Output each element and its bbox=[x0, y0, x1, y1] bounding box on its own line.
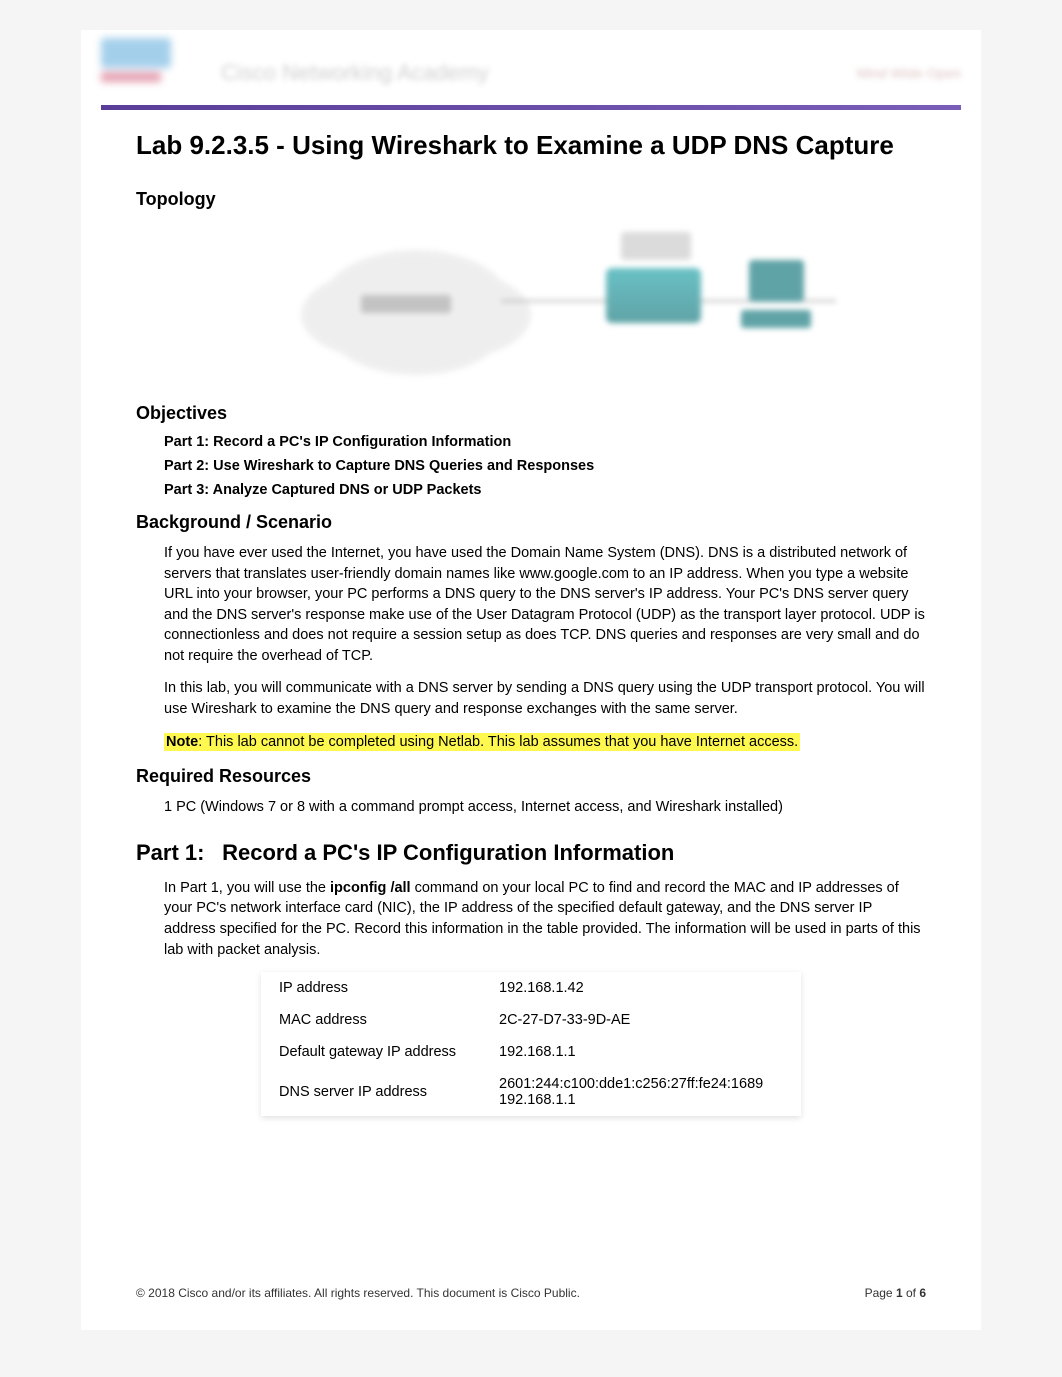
table-label: DNS server IP address bbox=[261, 1068, 481, 1116]
header-tagline: Mind Wide Open bbox=[857, 65, 961, 81]
part1-intro: In Part 1, you will use the ipconfig /al… bbox=[164, 878, 926, 960]
note-paragraph: Note: This lab cannot be completed using… bbox=[164, 732, 926, 753]
page-footer: © 2018 Cisco and/or its affiliates. All … bbox=[136, 1286, 926, 1300]
table-row: Default gateway IP address 192.168.1.1 bbox=[261, 1036, 801, 1068]
page-header: Cisco Networking Academy Mind Wide Open bbox=[81, 30, 981, 105]
table-label: Default gateway IP address bbox=[261, 1036, 481, 1068]
part1-heading: Part 1: Record a PC's IP Configuration I… bbox=[136, 840, 926, 866]
pc-icon bbox=[741, 260, 811, 340]
objectives-heading: Objectives bbox=[136, 403, 926, 424]
ipconfig-command: ipconfig /all bbox=[330, 880, 411, 896]
document-content: Lab 9.2.3.5 - Using Wireshark to Examine… bbox=[81, 110, 981, 1176]
internet-cloud-icon bbox=[321, 250, 511, 360]
table-label: MAC address bbox=[261, 1004, 481, 1036]
table-value: 192.168.1.42 bbox=[481, 972, 801, 1004]
objective-item: Part 1: Record a PC's IP Configuration I… bbox=[164, 434, 926, 450]
document-page: Cisco Networking Academy Mind Wide Open … bbox=[81, 30, 981, 1330]
wire-icon bbox=[501, 300, 611, 302]
copyright-text: © 2018 Cisco and/or its affiliates. All … bbox=[136, 1286, 580, 1300]
modem-icon bbox=[606, 268, 701, 323]
table-row: MAC address 2C-27-D7-33-9D-AE bbox=[261, 1004, 801, 1036]
part1-title: Record a PC's IP Configuration Informati… bbox=[222, 840, 674, 865]
objective-item: Part 2: Use Wireshark to Capture DNS Que… bbox=[164, 458, 926, 474]
note-text: : This lab cannot be completed using Net… bbox=[198, 734, 798, 750]
topology-heading: Topology bbox=[136, 189, 926, 210]
header-brand-title: Cisco Networking Academy bbox=[221, 60, 489, 86]
required-text: 1 PC (Windows 7 or 8 with a command prom… bbox=[164, 797, 926, 818]
part1-intro-pre: In Part 1, you will use the bbox=[164, 880, 330, 896]
table-row: IP address 192.168.1.42 bbox=[261, 972, 801, 1004]
lab-title: Lab 9.2.3.5 - Using Wireshark to Examine… bbox=[136, 130, 926, 161]
table-value: 192.168.1.1 bbox=[481, 1036, 801, 1068]
part1-number: Part 1: bbox=[136, 840, 216, 866]
required-heading: Required Resources bbox=[136, 766, 926, 787]
page-number: Page 1 of 6 bbox=[865, 1286, 926, 1300]
note-label: Note bbox=[166, 734, 198, 750]
background-heading: Background / Scenario bbox=[136, 512, 926, 533]
table-label: IP address bbox=[261, 972, 481, 1004]
ip-config-table: IP address 192.168.1.42 MAC address 2C-2… bbox=[261, 972, 801, 1116]
background-paragraph: If you have ever used the Internet, you … bbox=[164, 543, 926, 666]
table-row: DNS server IP address 2601:244:c100:dde1… bbox=[261, 1068, 801, 1116]
objective-item: Part 3: Analyze Captured DNS or UDP Pack… bbox=[164, 482, 926, 498]
topology-diagram bbox=[221, 220, 841, 385]
table-value: 2601:244:c100:dde1:c256:27ff:fe24:1689 1… bbox=[481, 1068, 801, 1116]
table-value: 2C-27-D7-33-9D-AE bbox=[481, 1004, 801, 1036]
cisco-logo bbox=[101, 38, 191, 93]
background-paragraph: In this lab, you will communicate with a… bbox=[164, 678, 926, 719]
